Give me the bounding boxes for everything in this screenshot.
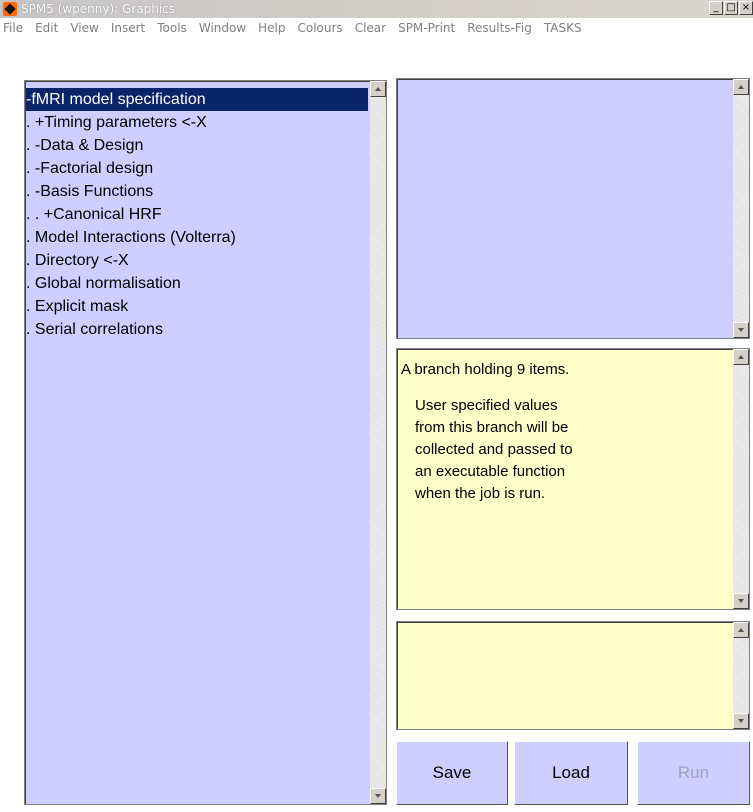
menu-insert[interactable]: Insert (105, 21, 151, 35)
module-tree-listbox[interactable]: -fMRI model specification . +Timing para… (24, 80, 387, 805)
load-button[interactable]: Load (514, 741, 628, 805)
tree-scrollbar[interactable] (370, 81, 386, 804)
menu-bar: File Edit View Insert Tools Window Help … (0, 18, 753, 38)
options-scrollbar[interactable] (733, 79, 749, 338)
help-text: A branch holding 9 items. User specified… (401, 359, 729, 505)
help-scrollbar[interactable] (733, 349, 749, 609)
help-body: User specified values from this branch w… (401, 395, 729, 505)
help-line: collected and passed to (415, 441, 573, 458)
menu-results-fig[interactable]: Results-Fig (461, 21, 538, 35)
help-text-panel: A branch holding 9 items. User specified… (396, 348, 750, 610)
input-scrollbar[interactable] (733, 622, 749, 729)
run-button[interactable]: Run (637, 741, 750, 805)
menu-view[interactable]: View (64, 21, 104, 35)
minimize-button[interactable]: _ (709, 1, 723, 15)
tree-item-timing-parameters[interactable]: . +Timing parameters <-X (26, 111, 368, 134)
tree-item-data-design[interactable]: . -Data & Design (26, 134, 368, 157)
tree-item-canonical-hrf[interactable]: . . +Canonical HRF (26, 203, 368, 226)
scroll-up-button[interactable] (370, 81, 386, 97)
help-line: an executable function (415, 463, 566, 480)
menu-edit[interactable]: Edit (29, 21, 64, 35)
tree-item-directory[interactable]: . Directory <-X (26, 249, 368, 272)
menu-tasks[interactable]: TASKS (538, 21, 588, 35)
tree-item-global-normalisation[interactable]: . Global normalisation (26, 272, 368, 295)
menu-tools[interactable]: Tools (151, 21, 193, 35)
scroll-down-button[interactable] (370, 788, 386, 804)
menu-window[interactable]: Window (193, 21, 252, 35)
window-controls: _ □ × (709, 1, 753, 15)
tree-item-basis-functions[interactable]: . -Basis Functions (26, 180, 368, 203)
title-bar: SPM5 (wpenny): Graphics _ □ × (0, 0, 753, 18)
scroll-up-button[interactable] (733, 79, 749, 95)
tree-item-explicit-mask[interactable]: . Explicit mask (26, 295, 368, 318)
menu-colours[interactable]: Colours (292, 21, 349, 35)
close-button[interactable]: × (739, 1, 753, 15)
matlab-icon (3, 2, 17, 16)
scroll-down-button[interactable] (733, 713, 749, 729)
help-line: from this branch will be (415, 419, 569, 436)
help-line: User specified values (415, 397, 558, 414)
help-line: when the job is run. (415, 485, 546, 502)
menu-spm-print[interactable]: SPM-Print (392, 21, 461, 35)
menu-help[interactable]: Help (252, 21, 291, 35)
options-listbox[interactable] (396, 78, 750, 339)
maximize-button[interactable]: □ (724, 1, 738, 15)
save-button[interactable]: Save (396, 741, 508, 805)
scroll-down-button[interactable] (733, 322, 749, 338)
menu-file[interactable]: File (0, 21, 29, 35)
window-title: SPM5 (wpenny): Graphics (21, 2, 175, 16)
value-input-panel[interactable] (396, 621, 750, 730)
tree-item-serial-correlations[interactable]: . Serial correlations (26, 318, 368, 341)
module-tree-list: -fMRI model specification . +Timing para… (26, 88, 368, 341)
tree-item-model-interactions[interactable]: . Model Interactions (Volterra) (26, 226, 368, 249)
scroll-down-button[interactable] (733, 593, 749, 609)
scroll-up-button[interactable] (733, 622, 749, 638)
menu-clear[interactable]: Clear (349, 21, 392, 35)
tree-item-factorial-design[interactable]: . -Factorial design (26, 157, 368, 180)
tree-item-fmri-model-specification[interactable]: -fMRI model specification (26, 88, 368, 111)
scroll-up-button[interactable] (733, 349, 749, 365)
help-summary: A branch holding 9 items. (401, 361, 570, 378)
